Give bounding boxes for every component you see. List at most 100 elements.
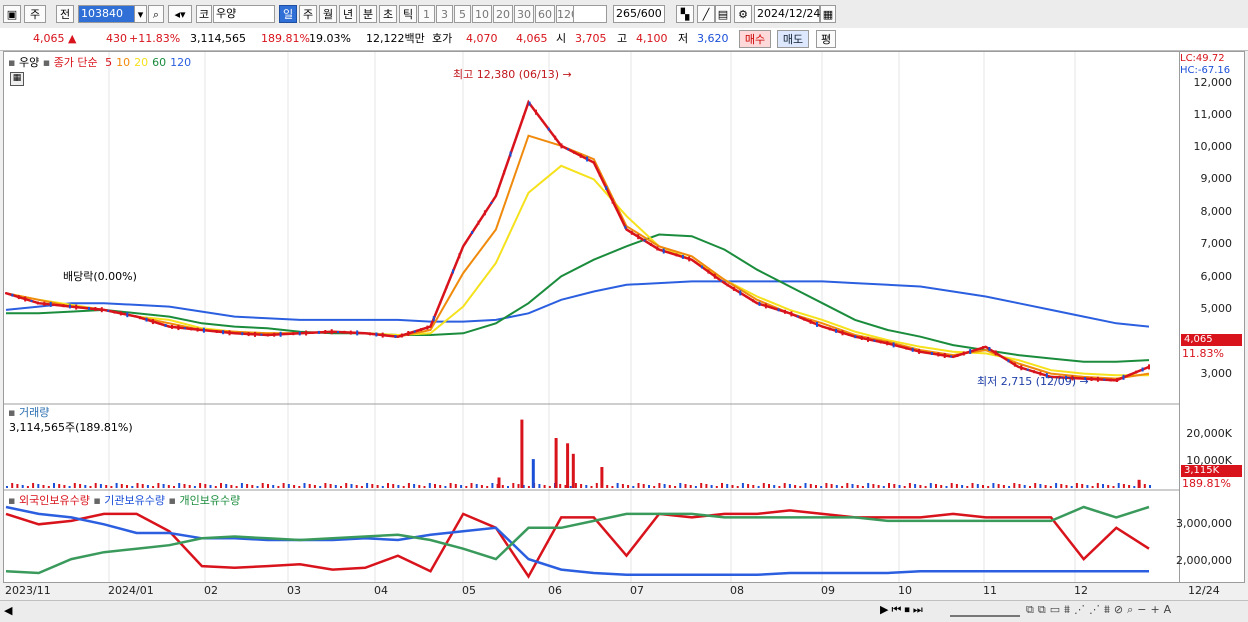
interval-button-6[interactable]: 60 [535,5,555,23]
volume-bar [950,483,953,488]
prev-button[interactable]: 전 [56,5,74,23]
candle [962,351,965,356]
draw-icon[interactable]: ╱ [697,5,715,23]
volume-bar [1133,486,1136,488]
eval-button[interactable]: 평 [816,30,836,48]
candle [75,304,78,310]
playback-controls[interactable]: ▶⏮⏹⏭ [880,603,926,617]
volume-bar [830,484,833,488]
low-label: 저 [678,32,689,45]
legend-ma-20[interactable]: 20 [134,56,148,69]
legend-ma-120[interactable]: 120 [170,56,191,69]
volume-bar [851,484,854,488]
candle [701,265,703,269]
volume-bar [1086,485,1089,488]
period-tab-0[interactable]: 일 [279,5,297,23]
volume-bar [1008,486,1011,488]
table-icon[interactable]: ▦ [10,72,24,86]
legend-individual[interactable]: 개인보유수량 [179,494,240,507]
candle [566,148,569,151]
interval-button-3[interactable]: 10 [472,5,492,23]
candle [247,332,250,337]
search-icon[interactable]: ⌕ [148,5,164,23]
buy-button[interactable]: 매수 [739,30,771,48]
calendar-icon[interactable]: ▦ [820,5,836,23]
interval-button-5[interactable]: 30 [514,5,534,23]
interval-button-2[interactable]: 5 [454,5,471,23]
volume-bar [465,486,468,488]
chevron-down-icon[interactable]: ▾ [134,5,147,23]
volume-spike [1137,479,1141,488]
volume-bar [439,485,442,488]
period-tab-1[interactable]: 주 [299,5,317,23]
date-field[interactable]: 2024/12/24 [754,5,820,23]
legend-bullet-icon: ▪ [8,56,16,69]
sell-button[interactable]: 매도 [777,30,809,48]
legend-ma-60[interactable]: 60 [152,56,166,69]
speaker-icon[interactable]: ◂▾ [168,5,192,23]
scroll-left-icon[interactable]: ◀ [4,604,12,617]
candle [273,332,276,337]
candle [196,327,199,332]
volume-bar [997,484,1000,488]
code-input[interactable]: 103840 [78,5,136,23]
volume-bar [32,483,35,488]
legend-ma-5[interactable]: 5 [105,56,112,69]
candle [151,319,154,325]
gear-icon[interactable]: ⚙ [734,5,752,23]
volume-bar [261,483,264,488]
candle [681,254,684,259]
volume-bar [512,483,515,488]
volume-bar [486,486,489,488]
interval-button-1[interactable]: 3 [436,5,453,23]
volume-bar [251,485,254,488]
count-field[interactable]: 265/600 [613,5,665,23]
chart-area[interactable]: ▪ 우양 ▪ 종가 단순 5 10 20 60 120 ▦ 배당락(0.00%) 최고 … [3,51,1180,583]
volume-bar [53,483,55,488]
legend-foreign[interactable]: 외국인보유수량 [19,494,90,507]
volume-bar [334,485,337,488]
amount: 12,122백만 [366,32,425,45]
period-tab-5[interactable]: 초 [379,5,397,23]
x-tick: 02 [204,584,218,597]
volume-bar [1143,484,1146,488]
legend-close[interactable]: 종가 단순 [54,56,98,69]
candle [720,279,723,282]
volume-bar [126,485,128,488]
candle [17,295,20,300]
ask-label: 호가 [432,32,453,45]
tool-icons[interactable]: ⧉⧉▭⩩⋰⋰⩩⊘⌕−+A [1026,603,1175,617]
candle [1109,378,1112,382]
interval-button-0[interactable]: 1 [418,5,435,23]
period-tab-6[interactable]: 틱 [399,5,417,23]
zoom-slider[interactable] [950,605,1020,617]
volume-bar [230,485,233,488]
window-icon[interactable]: ▣ [3,5,21,23]
type-button[interactable]: 주 [24,5,46,23]
legend-institution[interactable]: 기관보유수량 [104,494,165,507]
volume-bar [220,483,222,488]
candle [1096,376,1099,382]
volume-spike [554,438,558,488]
candle [241,332,244,336]
volume-title-text: 거래량 [18,406,50,419]
volume-bar [157,483,160,488]
period-select[interactable] [573,5,607,23]
period-tab-2[interactable]: 월 [319,5,337,23]
bottom-scrollbar[interactable]: ◀ ▶⏮⏹⏭ ⧉⧉▭⩩⋰⋰⩩⊘⌕−+A [0,600,1248,622]
save-icon[interactable]: ▤ [715,5,731,23]
legend-ma-10[interactable]: 10 [116,56,130,69]
candle [222,330,225,335]
period-tab-4[interactable]: 분 [359,5,377,23]
volume-bar [721,483,723,488]
compare-icon[interactable]: ▚ [676,5,694,23]
low: 3,620 [697,32,729,45]
period-tab-3[interactable]: 년 [339,5,357,23]
stock-name-field[interactable]: 우양 [213,5,275,23]
volume-bar [794,485,797,488]
interval-button-4[interactable]: 20 [493,5,513,23]
candle [707,269,710,274]
volume-bar [627,485,630,488]
y-tick: 7,000 [1200,237,1233,250]
stock-name-tag[interactable]: 우양 [19,56,39,69]
